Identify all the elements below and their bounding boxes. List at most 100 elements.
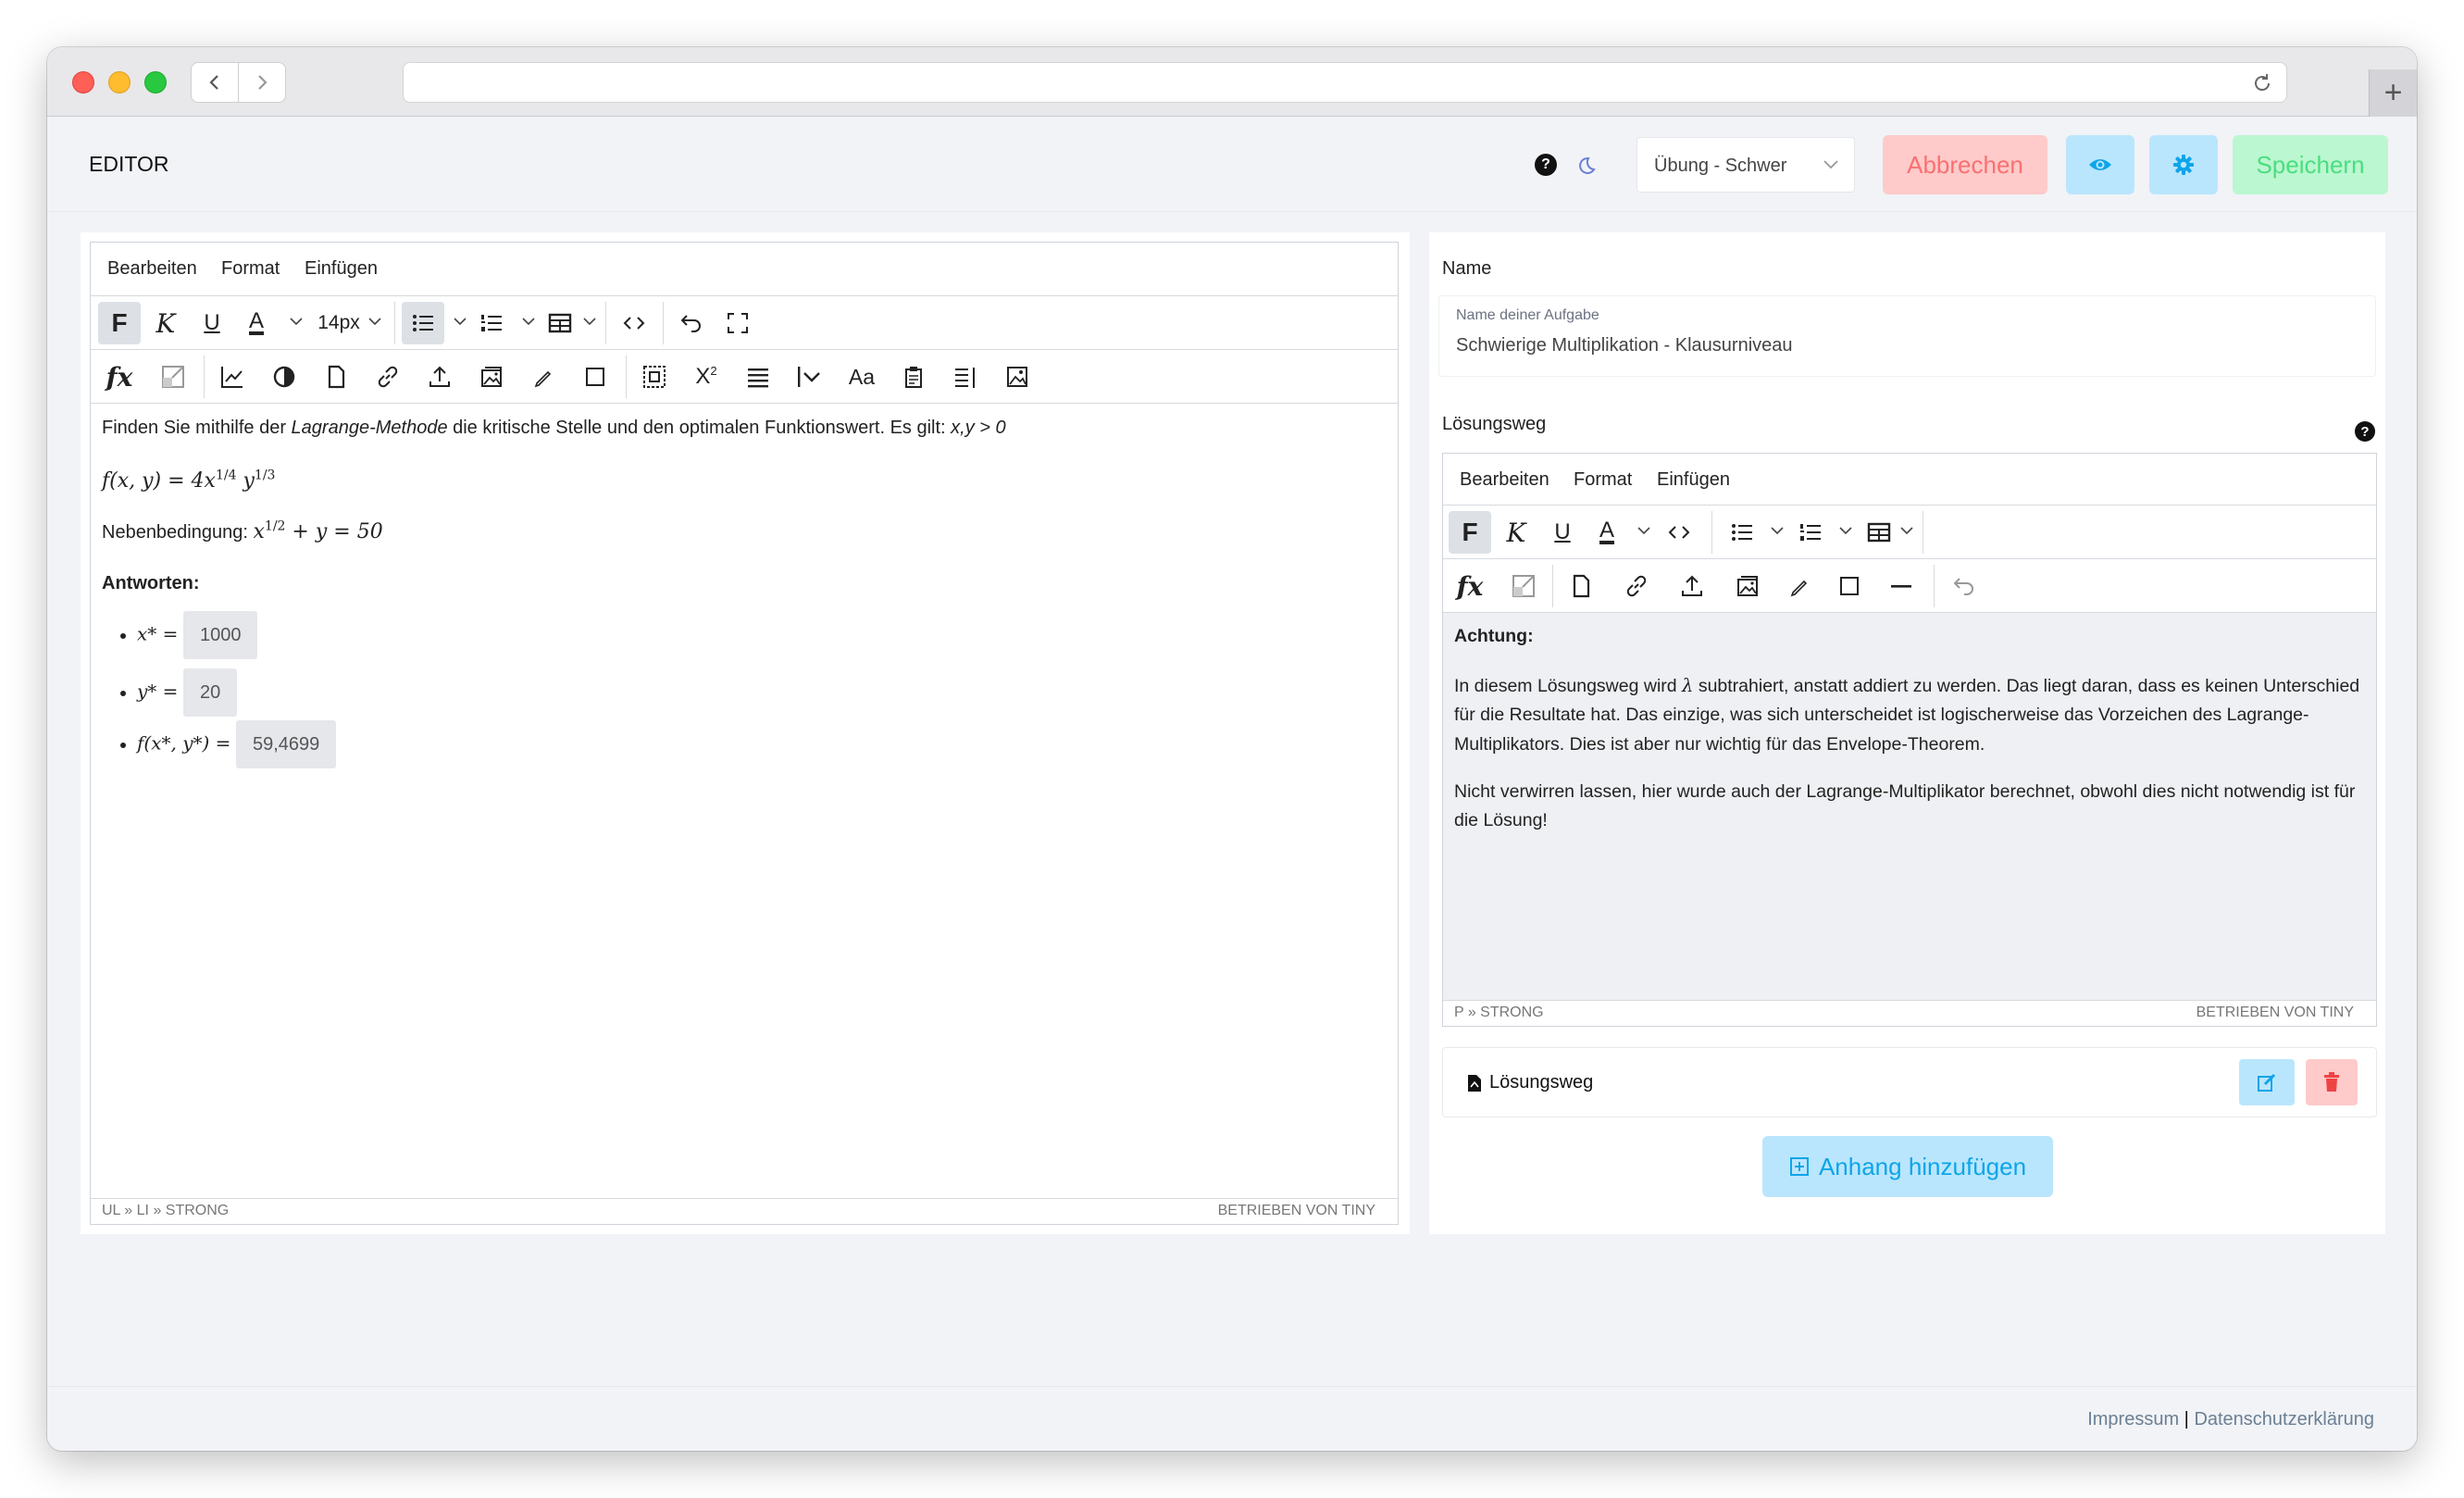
chevron-down-icon[interactable] <box>1900 526 1913 535</box>
undo-button[interactable] <box>670 302 713 344</box>
powered-by[interactable]: BETRIEBEN VON TINY <box>2196 1005 2354 1021</box>
font-size-select[interactable]: 14px <box>313 302 365 344</box>
align-button[interactable] <box>737 356 779 398</box>
chevron-down-icon[interactable] <box>290 317 303 326</box>
reload-icon[interactable] <box>2251 72 2273 94</box>
undo-button[interactable] <box>1943 565 1985 607</box>
back-button[interactable] <box>191 62 239 103</box>
forward-button[interactable] <box>238 62 286 103</box>
help-icon[interactable]: ? <box>1535 154 1557 176</box>
element-path[interactable]: UL » LI » STRONG <box>102 1203 229 1219</box>
table-button[interactable] <box>1858 511 1900 554</box>
solution-paragraph: In diesem Lösungsweg wird λ subtrahiert,… <box>1454 671 2365 759</box>
menu-bearbeiten[interactable]: Bearbeiten <box>107 258 197 280</box>
image-gallery-button[interactable] <box>470 356 513 398</box>
privacy-link[interactable]: Datenschutzerklärung <box>2194 1409 2374 1429</box>
contrast-button[interactable] <box>263 356 305 398</box>
fullscreen-button[interactable] <box>716 302 759 344</box>
chevron-down-icon[interactable] <box>522 317 535 326</box>
line-chart-icon <box>221 367 243 388</box>
menu-format[interactable]: Format <box>221 258 280 280</box>
impressum-link[interactable]: Impressum <box>2087 1409 2179 1429</box>
new-document-button[interactable] <box>315 356 357 398</box>
text-color-button[interactable]: A <box>235 302 278 344</box>
underline-button[interactable]: U <box>1541 511 1584 554</box>
save-button[interactable]: Speichern <box>2233 135 2388 194</box>
moon-icon[interactable] <box>1572 152 1599 180</box>
square-icon <box>1840 577 1859 595</box>
italic-button[interactable]: K <box>144 302 187 344</box>
image-button[interactable] <box>996 356 1039 398</box>
edit-attachment-button[interactable] <box>2239 1059 2295 1105</box>
graph-plot-button[interactable] <box>1502 565 1545 607</box>
chevron-down-icon[interactable] <box>1839 526 1852 535</box>
editor-content[interactable]: Finden Sie mithilfe der Lagrange-Methode… <box>91 406 1398 1174</box>
chevron-down-icon[interactable] <box>583 317 596 326</box>
delete-attachment-button[interactable] <box>2306 1059 2358 1105</box>
insert-dropdown-button[interactable] <box>789 356 831 398</box>
settings-button[interactable] <box>2149 135 2218 194</box>
underline-button[interactable]: U <box>191 302 233 344</box>
link-button[interactable] <box>1615 565 1658 607</box>
table-icon <box>1867 522 1891 543</box>
superscript-button[interactable]: X2 <box>685 356 728 398</box>
indent-button[interactable] <box>944 356 987 398</box>
solution-editor[interactable]: Bearbeiten Format Einfügen F K U A fx Ac… <box>1442 453 2377 1027</box>
formula-button[interactable]: fx <box>98 356 141 398</box>
image-gallery-button[interactable] <box>1726 565 1769 607</box>
bullet-list-button[interactable] <box>1721 511 1763 554</box>
powered-by[interactable]: BETRIEBEN VON TINY <box>1218 1203 1375 1219</box>
paste-button[interactable] <box>892 356 935 398</box>
close-window-button[interactable] <box>72 71 94 94</box>
bullet-list-button[interactable] <box>402 302 444 344</box>
source-code-button[interactable] <box>613 302 655 344</box>
horizontal-line-button[interactable] <box>1880 565 1923 607</box>
chevron-down-icon[interactable] <box>1771 526 1784 535</box>
add-attachment-button[interactable]: Anhang hinzufügen <box>1762 1136 2053 1197</box>
chevron-down-icon[interactable] <box>454 317 467 326</box>
menu-einfuegen[interactable]: Einfügen <box>305 258 378 280</box>
menu-format[interactable]: Format <box>1574 469 1632 491</box>
chevron-down-icon[interactable] <box>1637 526 1650 535</box>
numbered-list-button[interactable] <box>470 302 513 344</box>
answer-field[interactable]: 1000 <box>182 611 258 660</box>
chevron-down-icon[interactable] <box>368 317 381 326</box>
help-icon[interactable]: ? <box>2355 421 2375 442</box>
numbered-list-button[interactable] <box>1789 511 1832 554</box>
bold-button[interactable]: F <box>98 302 141 344</box>
graph-plot-button[interactable] <box>152 356 194 398</box>
box-button[interactable] <box>574 356 616 398</box>
link-button[interactable] <box>367 356 409 398</box>
difficulty-select[interactable]: Übung - Schwer <box>1636 137 1855 193</box>
task-editor[interactable]: Bearbeiten Format Einfügen F K U A 14px <box>90 242 1399 1225</box>
menu-einfuegen[interactable]: Einfügen <box>1657 469 1730 491</box>
new-tab-button[interactable]: + <box>2369 69 2417 117</box>
source-code-button[interactable] <box>1658 511 1700 554</box>
text-color-button[interactable]: A <box>1586 511 1628 554</box>
address-bar[interactable] <box>403 62 2287 103</box>
minimize-window-button[interactable] <box>108 71 131 94</box>
draw-button[interactable] <box>522 356 565 398</box>
preview-button[interactable] <box>2066 135 2134 194</box>
bold-button[interactable]: F <box>1449 511 1491 554</box>
answer-field[interactable]: 20 <box>182 668 238 718</box>
maximize-window-button[interactable] <box>144 71 167 94</box>
element-path[interactable]: P » STRONG <box>1454 1005 1544 1021</box>
chart-button[interactable] <box>211 356 254 398</box>
task-name-input[interactable]: Name deiner Aufgabe Schwierige Multiplik… <box>1438 295 2376 377</box>
add-attachment-label: Anhang hinzufügen <box>1818 1152 2027 1180</box>
table-button[interactable] <box>539 302 581 344</box>
change-case-button[interactable]: Aa <box>840 356 883 398</box>
box-button[interactable] <box>1828 565 1871 607</box>
solution-content[interactable]: Achtung: In diesem Lösungsweg wird λ sub… <box>1443 615 2376 1002</box>
formula-button[interactable]: fx <box>1449 565 1491 607</box>
upload-button[interactable] <box>418 356 461 398</box>
draw-button[interactable] <box>1778 565 1821 607</box>
menu-bearbeiten[interactable]: Bearbeiten <box>1460 469 1549 491</box>
cancel-button[interactable]: Abbrechen <box>1883 135 2047 194</box>
upload-button[interactable] <box>1671 565 1713 607</box>
new-document-button[interactable] <box>1560 565 1602 607</box>
answer-field[interactable]: 59,4699 <box>235 720 337 769</box>
italic-button[interactable]: K <box>1495 511 1537 554</box>
select-all-button[interactable] <box>633 356 676 398</box>
